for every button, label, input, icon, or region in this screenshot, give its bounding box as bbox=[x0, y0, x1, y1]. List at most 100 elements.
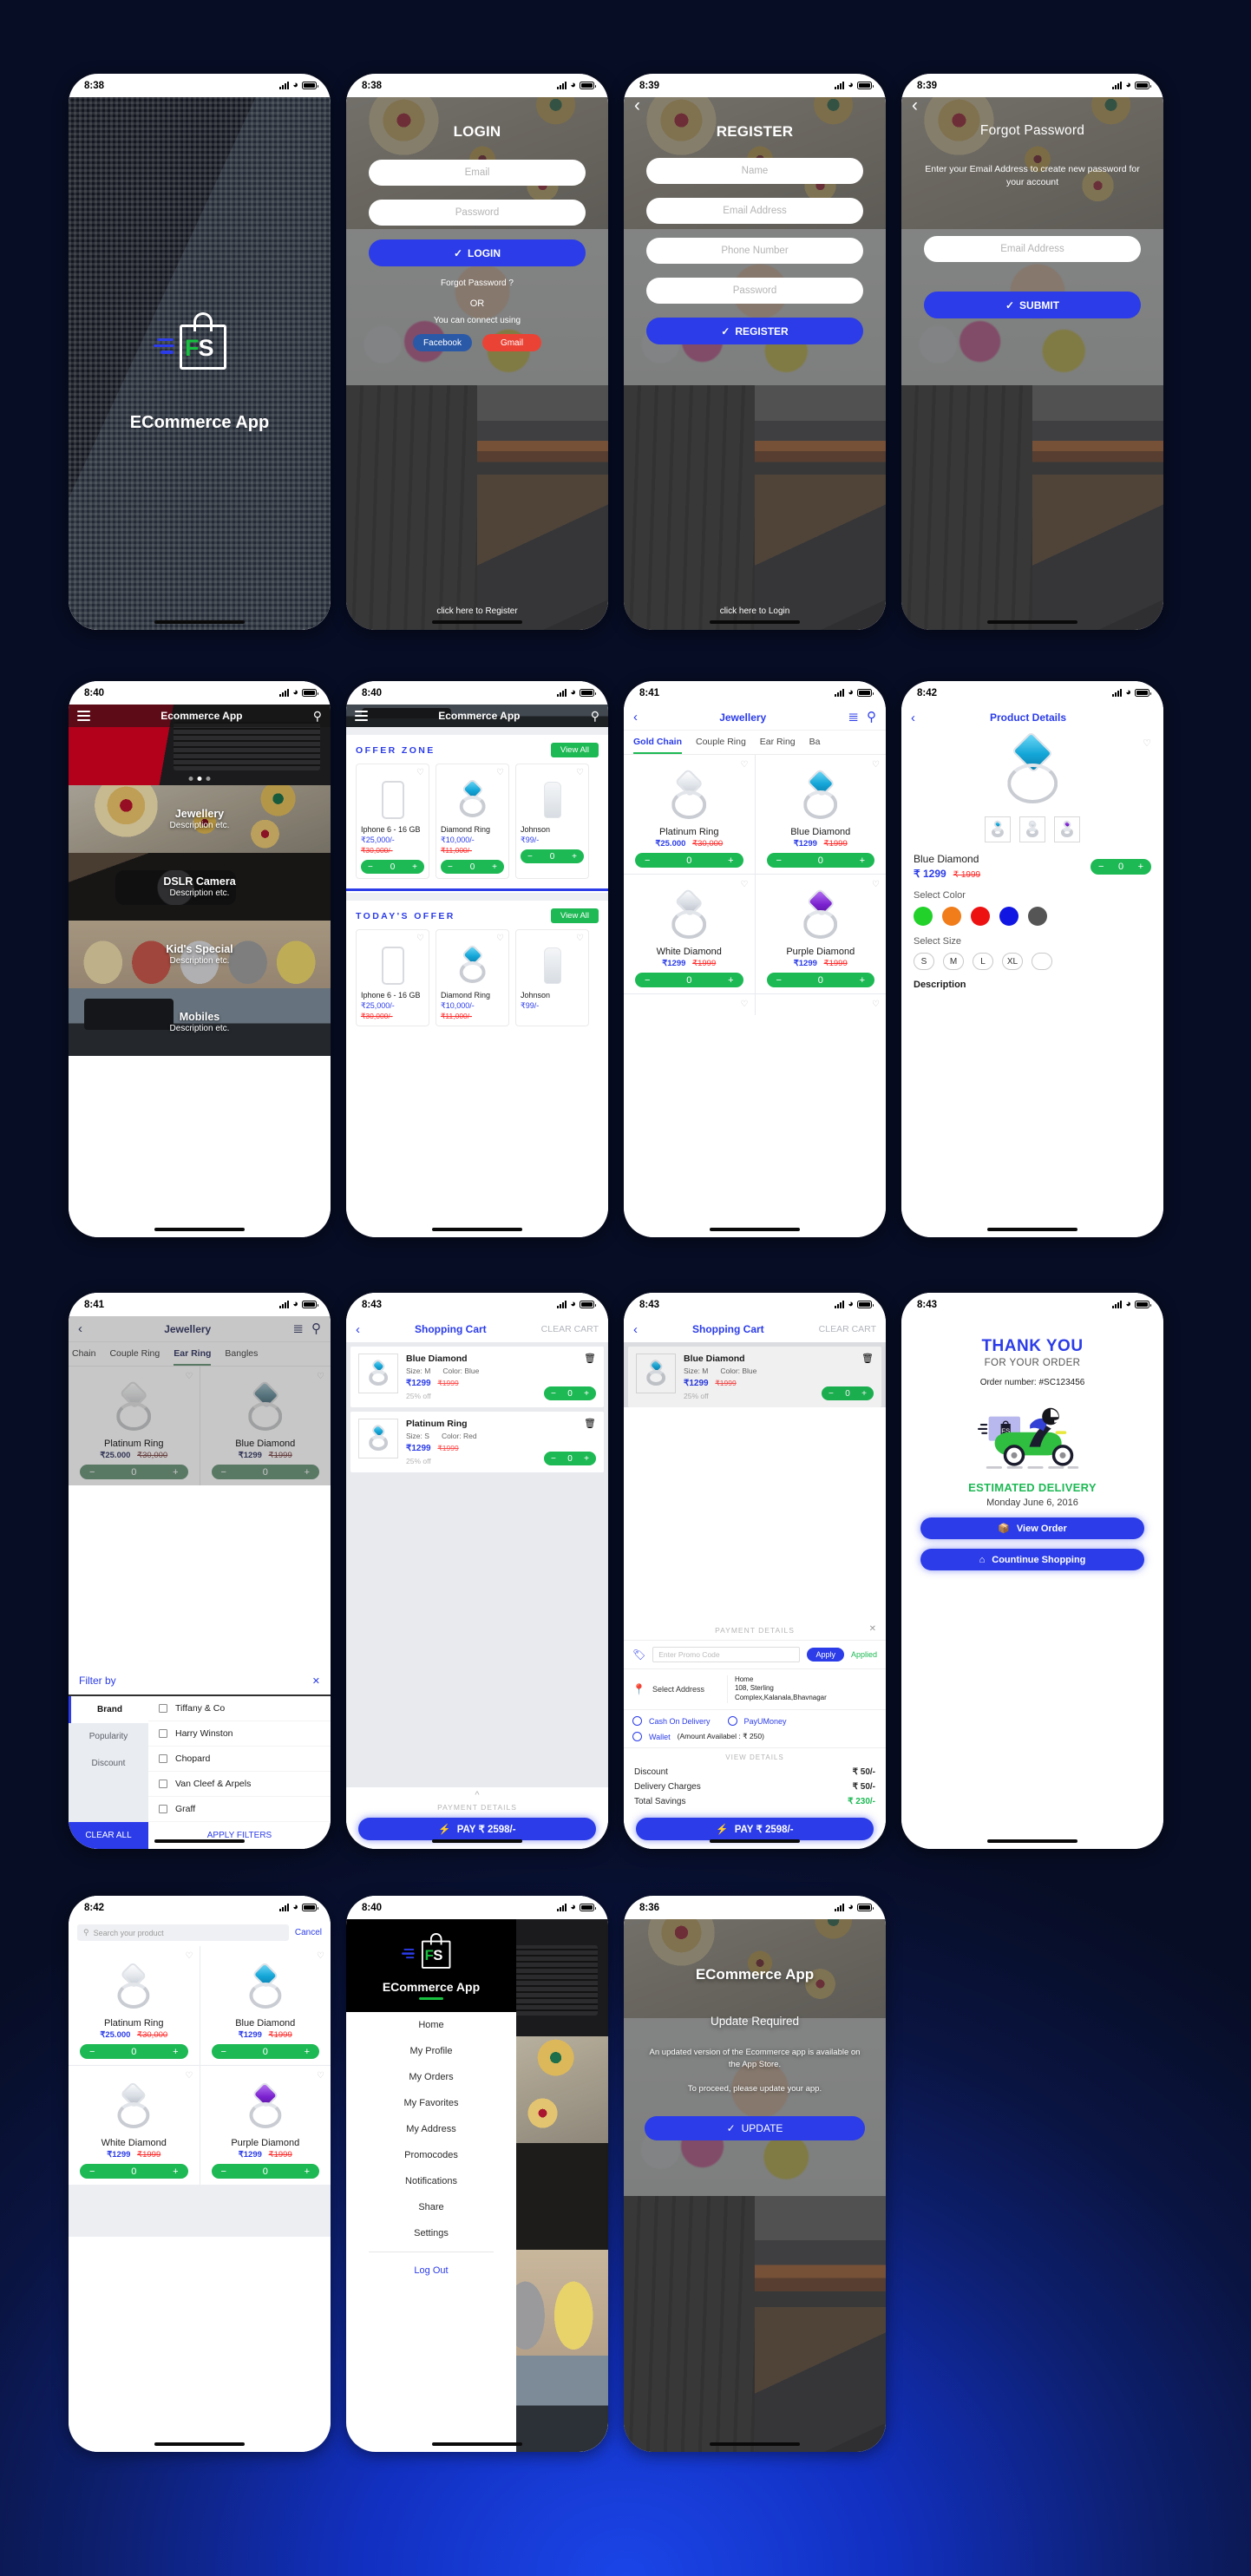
register-button[interactable]: ✓ REGISTER bbox=[646, 318, 863, 344]
thumbnail-strip[interactable] bbox=[901, 816, 1163, 842]
submit-button[interactable]: ✓ SUBMIT bbox=[924, 292, 1141, 319]
clear-cart-button[interactable]: CLEAR CART bbox=[819, 1324, 876, 1334]
plus-icon[interactable]: + bbox=[173, 2047, 178, 2057]
drawer-item-notifications[interactable]: Notifications bbox=[346, 2168, 516, 2194]
clear-all-button[interactable]: CLEAR ALL bbox=[69, 1822, 148, 1849]
search-icon[interactable]: ⚲ bbox=[311, 1322, 321, 1335]
plus-icon[interactable]: + bbox=[1138, 862, 1143, 872]
favorite-icon[interactable]: ♡ bbox=[1143, 737, 1151, 749]
update-button[interactable]: ✓ UPDATE bbox=[645, 2115, 865, 2140]
plus-icon[interactable]: + bbox=[173, 2166, 178, 2177]
favorite-icon[interactable]: ♡ bbox=[75, 1373, 193, 1381]
favorite-icon[interactable]: ♡ bbox=[206, 2072, 324, 2081]
category-item-mobiles[interactable]: Mobiles Description etc. bbox=[69, 988, 331, 1056]
filter-option-row[interactable]: Graff bbox=[148, 1797, 331, 1822]
back-icon[interactable]: ‹ bbox=[633, 1323, 638, 1336]
product-card[interactable]: ♡ Blue Diamond ₹1299 ₹1999 − 0 + bbox=[755, 755, 886, 874]
search-icon[interactable]: ⚲ bbox=[313, 709, 322, 724]
chevron-up-icon[interactable]: ^ bbox=[346, 1791, 608, 1800]
tab-chain[interactable]: Chain bbox=[72, 1342, 95, 1366]
back-icon[interactable]: ‹ bbox=[911, 711, 915, 724]
favorite-icon[interactable]: ♡ bbox=[206, 1373, 324, 1381]
plus-icon[interactable]: + bbox=[492, 862, 497, 872]
size-option-m[interactable]: M bbox=[943, 953, 964, 970]
favorite-icon[interactable]: ♡ bbox=[521, 769, 584, 777]
plus-icon[interactable]: + bbox=[861, 1389, 867, 1399]
email-field[interactable]: Email Address bbox=[646, 198, 863, 224]
minus-icon[interactable]: − bbox=[89, 2047, 95, 2057]
product-card[interactable]: ♡ Platinum Ring ₹25.000 ₹30,000 −0 + bbox=[69, 1367, 200, 1485]
thumbnail-2[interactable] bbox=[1019, 816, 1045, 842]
quantity-stepper[interactable]: − 0 + bbox=[80, 2164, 188, 2179]
product-card[interactable]: ♡ Johnson ₹99/- − 0 + bbox=[515, 764, 589, 879]
back-icon[interactable]: ‹ bbox=[633, 711, 638, 724]
product-card[interactable]: ♡ Johnson ₹99/- bbox=[515, 929, 589, 1026]
product-card-partial[interactable]: ♡ bbox=[624, 994, 755, 1015]
quantity-stepper[interactable]: − 0 + bbox=[766, 853, 874, 868]
quantity-stepper[interactable]: − 0 + bbox=[211, 2044, 319, 2059]
minus-icon[interactable]: − bbox=[551, 1389, 556, 1399]
product-card[interactable]: ♡ Iphone 6 - 16 GB ₹25,000/- ₹30,000/- −… bbox=[356, 764, 429, 879]
quantity-stepper[interactable]: −0 + bbox=[211, 1465, 319, 1479]
payment-details-label[interactable]: PAYMENT DETAILS bbox=[346, 1803, 608, 1812]
product-card[interactable]: ♡ Purple Diamond ₹1299 ₹1999 − 0 + bbox=[200, 2066, 331, 2185]
drawer-item-my-profile[interactable]: My Profile bbox=[346, 2038, 516, 2064]
drawer-item-promocodes[interactable]: Promocodes bbox=[346, 2142, 516, 2168]
minus-icon[interactable]: − bbox=[527, 852, 533, 862]
plus-icon[interactable]: + bbox=[305, 2166, 310, 2177]
radio-payumoney[interactable] bbox=[727, 1716, 737, 1726]
search-input[interactable]: ⚲ Search your product bbox=[77, 1924, 289, 1941]
password-field[interactable]: Password bbox=[369, 200, 586, 226]
product-card[interactable]: ♡ Diamond Ring ₹10,000/- ₹11,000/- bbox=[436, 929, 509, 1026]
close-icon[interactable]: ✕ bbox=[312, 1675, 320, 1687]
minus-icon[interactable]: − bbox=[829, 1389, 834, 1399]
search-icon[interactable]: ⚲ bbox=[867, 711, 876, 724]
size-options[interactable]: S M L XL bbox=[901, 953, 1163, 970]
todays-offer-products[interactable]: ♡ Iphone 6 - 16 GB ₹25,000/- ₹30,000/- ♡… bbox=[346, 929, 608, 1034]
filter-option-row[interactable]: Chopard bbox=[148, 1747, 331, 1772]
delete-icon[interactable]: 🗑 bbox=[584, 1418, 596, 1429]
favorite-icon[interactable]: ♡ bbox=[630, 1000, 749, 1009]
thumbnail-3[interactable] bbox=[1054, 816, 1080, 842]
favorite-icon[interactable]: ♡ bbox=[441, 769, 504, 777]
product-card[interactable]: ♡ Platinum Ring ₹25.000 ₹30,000 − 0 + bbox=[69, 1946, 200, 2065]
thumbnail-1[interactable] bbox=[985, 816, 1011, 842]
quantity-stepper[interactable]: − 0 + bbox=[1091, 858, 1151, 875]
apply-promo-button[interactable]: Apply bbox=[807, 1647, 844, 1662]
filter-group-popularity[interactable]: Popularity bbox=[69, 1723, 148, 1750]
forgot-password-link[interactable]: Forgot Password ? bbox=[346, 279, 608, 288]
product-card[interactable]: ♡ White Diamond ₹1299 ₹1999 − 0 + bbox=[624, 875, 755, 993]
product-card[interactable]: ♡ Blue Diamond ₹1299 ₹1999 − 0 + bbox=[200, 1946, 331, 2065]
product-card[interactable]: ♡ Purple Diamond ₹1299 ₹1999 − 0 + bbox=[755, 875, 886, 993]
favorite-icon[interactable]: ♡ bbox=[75, 2072, 193, 2081]
color-swatch-red[interactable] bbox=[971, 907, 990, 926]
checkbox[interactable] bbox=[159, 1729, 167, 1738]
tab-couple-ring[interactable]: Couple Ring bbox=[109, 1342, 160, 1366]
color-swatch-blue[interactable] bbox=[999, 907, 1018, 926]
minus-icon[interactable]: − bbox=[776, 975, 782, 986]
minus-icon[interactable]: − bbox=[221, 2166, 226, 2177]
favorite-icon[interactable]: ♡ bbox=[630, 761, 749, 770]
tab-bangles[interactable]: Ba bbox=[809, 731, 821, 754]
delete-icon[interactable]: 🗑 bbox=[861, 1353, 874, 1364]
tab-gold-chain[interactable]: Gold Chain bbox=[633, 731, 682, 754]
checkbox[interactable] bbox=[159, 1754, 167, 1763]
banner-carousel[interactable]: Ecommerce App ⚲ bbox=[69, 705, 331, 785]
category-tabs[interactable]: Chain Couple Ring Ear Ring Bangles bbox=[69, 1342, 331, 1367]
plus-icon[interactable]: + bbox=[860, 975, 865, 986]
plus-icon[interactable]: + bbox=[728, 855, 733, 866]
checkbox[interactable] bbox=[159, 1704, 167, 1713]
drawer-item-share[interactable]: Share bbox=[346, 2194, 516, 2220]
view-order-button[interactable]: 📦 View Order bbox=[920, 1517, 1144, 1539]
tab-ear-ring[interactable]: Ear Ring bbox=[174, 1342, 212, 1366]
filter-icon[interactable]: ≣ bbox=[848, 711, 859, 724]
color-swatches[interactable] bbox=[901, 907, 1163, 926]
view-details-label[interactable]: VIEW DETAILS bbox=[624, 1747, 886, 1765]
minus-icon[interactable]: − bbox=[776, 855, 782, 866]
filter-group-brand[interactable]: Brand bbox=[69, 1696, 148, 1723]
size-option-s[interactable]: S bbox=[914, 953, 934, 970]
product-card[interactable]: ♡ Blue Diamond ₹1299 ₹1999 −0 + bbox=[200, 1367, 331, 1485]
favorite-icon[interactable]: ♡ bbox=[361, 934, 424, 943]
product-card[interactable]: ♡ White Diamond ₹1299 ₹1999 − 0 + bbox=[69, 2066, 200, 2185]
plus-icon[interactable]: + bbox=[305, 2047, 310, 2057]
